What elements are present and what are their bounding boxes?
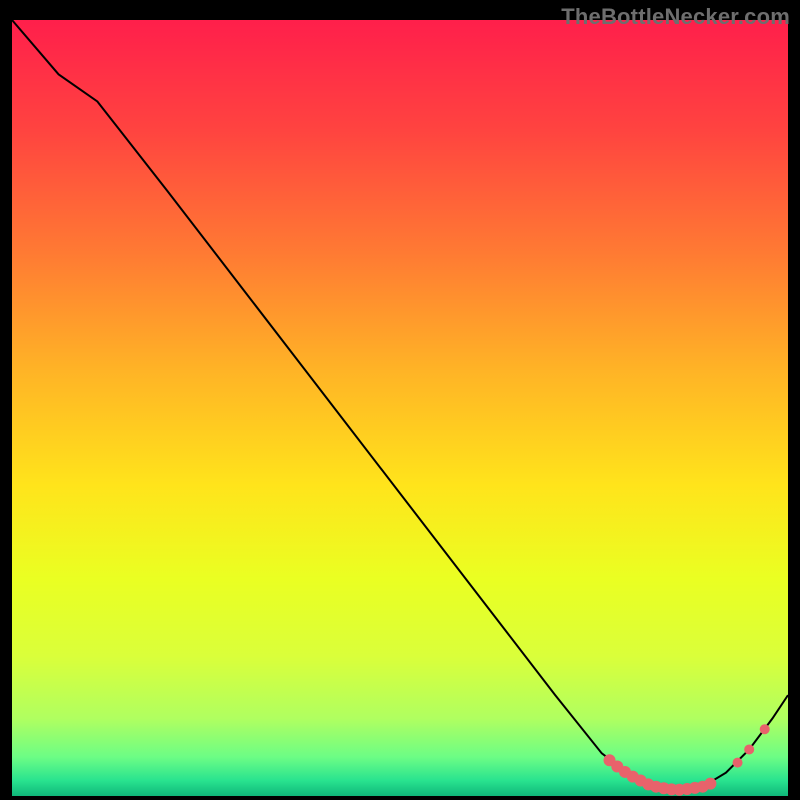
watermark-text: TheBottleNecker.com <box>561 4 790 30</box>
highlight-marker <box>733 758 743 768</box>
highlight-marker <box>760 724 770 734</box>
gradient-background <box>12 20 788 796</box>
highlight-marker <box>704 778 716 790</box>
chart-frame: TheBottleNecker.com <box>0 0 800 800</box>
highlight-marker <box>744 744 754 754</box>
chart-svg <box>12 20 788 796</box>
plot-area <box>12 20 788 796</box>
